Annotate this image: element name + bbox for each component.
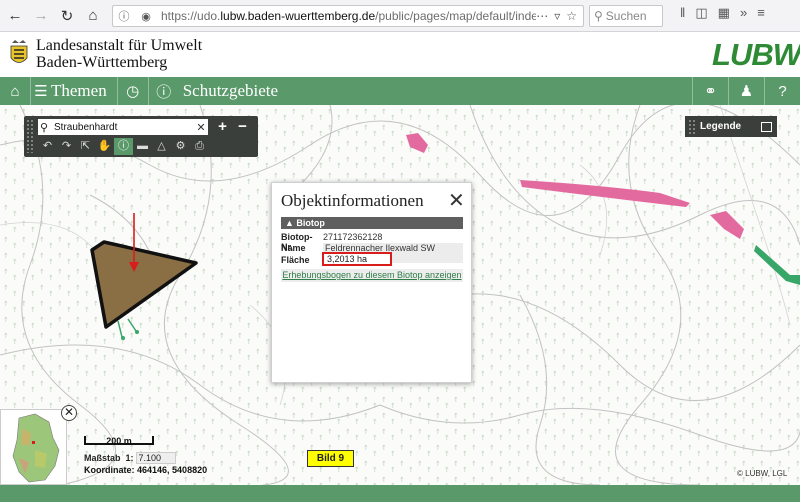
library-icon[interactable]: ‖	[680, 5, 685, 21]
zoom-in-icon[interactable]: +	[214, 118, 231, 135]
themes-menu-icon[interactable]: ☰	[31, 77, 51, 105]
reload-icon[interactable]: ↻	[56, 5, 78, 27]
identify-info-icon[interactable]: ⓘ	[114, 138, 133, 155]
overview-map[interactable]	[0, 409, 67, 485]
themen-button[interactable]: Themen	[51, 81, 107, 101]
help-icon[interactable]: ?	[764, 77, 800, 105]
more-icon[interactable]: ⋯	[536, 9, 548, 23]
reader-icon[interactable]: ▦	[718, 5, 730, 21]
draw-icon[interactable]: △	[152, 138, 171, 155]
url-text: https://udo.lubw.baden-wuerttemberg.de/p…	[161, 9, 537, 23]
menu-icon[interactable]: ≡	[757, 5, 765, 21]
scale-field: Maßstab 1: 7.100	[84, 452, 176, 464]
search-icon: ⚲	[40, 121, 49, 134]
forward-icon[interactable]: →	[30, 5, 52, 27]
collapse-icon[interactable]: ⌃	[254, 118, 271, 135]
settings-gear-icon[interactable]: ⚙	[171, 138, 190, 155]
link-icon[interactable]: ⚭	[692, 77, 728, 105]
figure-label: Bild 9	[307, 450, 354, 467]
clear-icon[interactable]: ✕	[194, 121, 208, 134]
undo-icon[interactable]: ↶	[38, 138, 57, 155]
address-bar[interactable]: ⓘ ◉ https://udo.lubw.baden-wuerttemberg.…	[112, 5, 584, 27]
info-icon[interactable]: ⓘ	[113, 8, 135, 24]
popup-title: Objektinformationen	[281, 191, 424, 210]
close-icon[interactable]: ✕	[448, 188, 465, 213]
fullextent-icon[interactable]: ⇱	[76, 138, 95, 155]
brand-logo[interactable]: LUBW	[712, 37, 800, 73]
section-header[interactable]: ▲ Biotop	[281, 217, 463, 229]
footer-bar	[0, 485, 800, 502]
back-icon[interactable]: ←	[4, 5, 26, 27]
browser-search-input[interactable]: ⚲ Suchen	[589, 5, 663, 27]
sidebar-icon[interactable]: ◫	[695, 5, 707, 21]
org-name: Landesanstalt für Umwelt Baden-Württembe…	[36, 37, 203, 71]
coat-of-arms-icon	[10, 40, 28, 63]
place-search-input[interactable]: ⚲ Straubenhardt ✕	[38, 119, 208, 135]
maximize-icon[interactable]	[761, 121, 772, 132]
drag-handle[interactable]	[26, 119, 34, 153]
scale-label: 200 m	[106, 436, 132, 446]
globe-icon[interactable]: ◷	[118, 77, 148, 105]
object-info-popup: Objektinformationen ✕ ▲ Biotop Biotop-Nr…	[271, 182, 472, 383]
map-toolbar: ⚲ Straubenhardt ✕ + − ⌃ ↶ ↷ ⇱ ✋ ⓘ ▬ △ ⚙ …	[24, 116, 269, 157]
survey-sheet-link[interactable]: Erhebungsbogen zu diesem Biotop anzeigen	[281, 269, 463, 282]
coordinates-readout: Koordinate: 464146, 5408820	[84, 465, 208, 475]
pocket-icon[interactable]: ▿	[554, 9, 560, 23]
close-overview-icon[interactable]: ✕	[61, 405, 77, 421]
overflow-icon[interactable]: »	[740, 5, 747, 21]
browser-right-tools: ‖ ◫ ▦ » ≡	[680, 5, 765, 21]
measure-icon[interactable]: ▬	[133, 138, 152, 155]
legend-button[interactable]: Legende	[685, 116, 777, 137]
pan-hand-icon[interactable]: ✋	[95, 138, 114, 155]
copyright-text: © LUBW, LGL	[737, 469, 788, 478]
lock-icon: ◉	[141, 10, 151, 23]
search-icon: ⚲	[594, 9, 603, 23]
scale-input[interactable]: 7.100	[135, 452, 176, 464]
drag-handle[interactable]	[688, 119, 696, 134]
print-icon[interactable]: ⎙	[190, 138, 209, 155]
bookmark-star-icon[interactable]: ☆	[566, 9, 577, 23]
area-value: 3,2013 ha	[322, 252, 392, 266]
page-title: Schutzgebiete	[182, 81, 279, 100]
overview-map-image	[12, 413, 60, 483]
home-icon[interactable]: ⌂	[82, 5, 104, 27]
info-icon[interactable]: ⓘ	[149, 77, 179, 105]
zoom-out-icon[interactable]: −	[234, 118, 251, 135]
redo-icon[interactable]: ↷	[57, 138, 76, 155]
home-icon[interactable]: ⌂	[0, 77, 30, 105]
user-icon[interactable]: ♟	[728, 77, 764, 105]
app-toolbar: ⌂ ☰ Themen ◷ ⓘ Schutzgebiete ⚭ ♟ ?	[0, 77, 800, 105]
